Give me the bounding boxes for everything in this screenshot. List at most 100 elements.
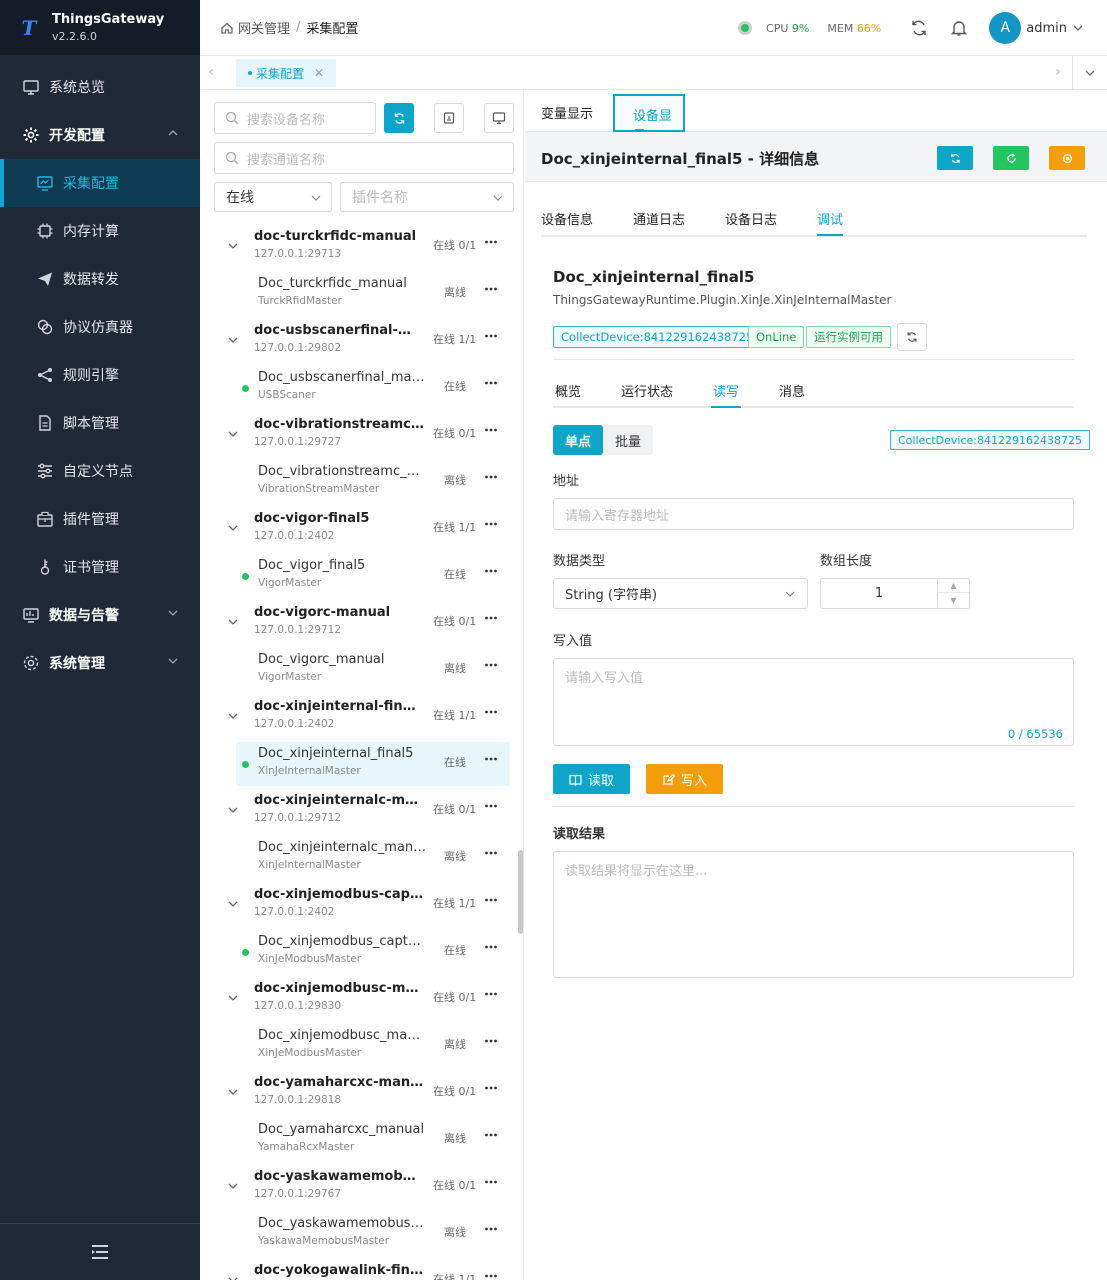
- tab-collect-config[interactable]: 采集配置 ✕: [236, 59, 337, 87]
- tab-variable-view[interactable]: 变量显示: [541, 103, 593, 122]
- tab-runtime-status[interactable]: 运行状态: [621, 381, 673, 400]
- more-icon[interactable]: [484, 1175, 498, 1189]
- sidebar-item-7[interactable]: 脚本管理: [0, 399, 200, 447]
- more-icon[interactable]: [484, 940, 498, 954]
- avatar[interactable]: A: [989, 12, 1022, 44]
- sidebar-item-11[interactable]: 数据与告警: [0, 591, 200, 639]
- device-row[interactable]: Doc_xinjemodbusc_manual XinJeModbusMaster…: [200, 1023, 518, 1070]
- channel-row[interactable]: doc-yamaharcxc-manual 127.0.0.1:29818 在线 0…: [200, 1070, 518, 1117]
- datatype-select[interactable]: String (字符串): [553, 578, 808, 609]
- tab-device-log[interactable]: 设备日志: [725, 209, 777, 228]
- channel-row[interactable]: doc-turckrfidc-manual 127.0.0.1:29713 在线 0…: [200, 224, 518, 271]
- device-row[interactable]: Doc_xinjeinternal_final5 XinJeInternalMas…: [200, 741, 518, 788]
- export-button[interactable]: [434, 103, 464, 133]
- more-icon[interactable]: [484, 1128, 498, 1142]
- array-length-stepper[interactable]: 1 ▲ ▼: [820, 578, 970, 609]
- more-icon[interactable]: [484, 705, 498, 719]
- more-icon[interactable]: [484, 517, 498, 531]
- chevron-down-icon[interactable]: [228, 1275, 238, 1280]
- channel-row[interactable]: doc-vigorc-manual 127.0.0.1:29712 在线 0/1: [200, 600, 518, 647]
- channel-row[interactable]: doc-vibrationstreamc-man... 127.0.0.1:297…: [200, 412, 518, 459]
- channel-row[interactable]: doc-xinjeinternal-final5 127.0.0.1:2402 在线…: [200, 694, 518, 741]
- more-icon[interactable]: [484, 329, 498, 343]
- chevron-down-icon[interactable]: [228, 993, 238, 1003]
- address-input[interactable]: 请输入寄存器地址: [553, 498, 1074, 530]
- more-icon[interactable]: [484, 799, 498, 813]
- plugin-select[interactable]: 插件名称: [340, 182, 514, 212]
- more-icon[interactable]: [484, 846, 498, 860]
- device-row[interactable]: Doc_vigor_final5 VigorMaster 在线: [200, 553, 518, 600]
- device-search-input[interactable]: 搜索设备名称: [214, 102, 376, 134]
- decrement-icon[interactable]: ▼: [938, 593, 969, 607]
- more-icon[interactable]: [484, 1222, 498, 1236]
- device-row[interactable]: Doc_yaskawamemobusc_ma... YaskawaMemobusM…: [200, 1211, 518, 1258]
- chevron-down-icon[interactable]: [228, 1087, 238, 1097]
- device-row[interactable]: Doc_vigorc_manual VigorMaster 离线: [200, 647, 518, 694]
- device-row[interactable]: Doc_vibrationstreamc_manual VibrationStre…: [200, 459, 518, 506]
- device-row[interactable]: Doc_xinjemodbus_capture3 XinJeModbusMaste…: [200, 929, 518, 976]
- chevron-down-icon[interactable]: [228, 523, 238, 533]
- username[interactable]: admin: [1026, 21, 1067, 36]
- more-icon[interactable]: [484, 470, 498, 484]
- more-icon[interactable]: [484, 1269, 498, 1280]
- more-icon[interactable]: [484, 1081, 498, 1095]
- channel-search-input[interactable]: 搜索通道名称: [214, 142, 514, 174]
- sidebar-item-9[interactable]: 插件管理: [0, 495, 200, 543]
- tab-overview[interactable]: 概览: [555, 381, 581, 400]
- more-icon[interactable]: [484, 611, 498, 625]
- tree-scrollbar[interactable]: [518, 850, 523, 934]
- more-icon[interactable]: [484, 1034, 498, 1048]
- chevron-down-icon[interactable]: [228, 899, 238, 909]
- channel-row[interactable]: doc-vigor-final5 127.0.0.1:2402 在线 1/1: [200, 506, 518, 553]
- refresh-status-button[interactable]: [897, 323, 927, 351]
- channel-row[interactable]: doc-usbscanerfinal-manual 127.0.0.1:29802…: [200, 318, 518, 365]
- device-row[interactable]: Doc_xinjeinternalc_manual XinJeInternalMa…: [200, 835, 518, 882]
- refresh-icon[interactable]: [910, 19, 928, 37]
- channel-row[interactable]: doc-xinjemodbus-capture3 127.0.0.1:2402 在线…: [200, 882, 518, 929]
- device-row[interactable]: Doc_turckrfidc_manual TurckRfidMaster 离线: [200, 271, 518, 318]
- sidebar-item-5[interactable]: 协议仿真器: [0, 303, 200, 351]
- mode-batch-button[interactable]: 批量: [603, 425, 653, 455]
- sidebar-item-1[interactable]: 开发配置: [0, 111, 200, 159]
- device-row[interactable]: Doc_usbscanerfinal_manual USBScaner 在线: [200, 365, 518, 412]
- channel-row[interactable]: doc-yaskawamemobusc-m... 127.0.0.1:29767 在…: [200, 1164, 518, 1211]
- more-icon[interactable]: [484, 893, 498, 907]
- tab-device-view[interactable]: 设备显示: [613, 94, 685, 143]
- channel-row[interactable]: doc-xinjeinternalc-manual 127.0.0.1:29712…: [200, 788, 518, 835]
- channel-row[interactable]: doc-xinjemodbusc-manual 127.0.0.1:29830 在线…: [200, 976, 518, 1023]
- close-icon[interactable]: ✕: [314, 66, 324, 80]
- more-icon[interactable]: [484, 564, 498, 578]
- sidebar-item-3[interactable]: 内存计算: [0, 207, 200, 255]
- channel-row[interactable]: doc-yokogawalink-final5 在线 1/1: [200, 1258, 518, 1280]
- stop-button[interactable]: [1049, 146, 1085, 170]
- sidebar-item-8[interactable]: 自定义节点: [0, 447, 200, 495]
- chevron-down-icon[interactable]: [228, 1181, 238, 1191]
- more-icon[interactable]: [484, 658, 498, 672]
- tab-read-write[interactable]: 读写: [710, 381, 742, 408]
- status-select[interactable]: 在线: [214, 182, 332, 212]
- more-icon[interactable]: [484, 282, 498, 296]
- chevron-down-icon[interactable]: [228, 617, 238, 627]
- write-button[interactable]: 写入: [646, 764, 723, 794]
- more-icon[interactable]: [484, 752, 498, 766]
- more-icon[interactable]: [484, 376, 498, 390]
- chevron-down-icon[interactable]: [228, 335, 238, 345]
- restart-button[interactable]: [993, 146, 1029, 170]
- increment-icon[interactable]: ▲: [938, 579, 969, 593]
- sidebar-item-10[interactable]: 证书管理: [0, 543, 200, 591]
- tab-channel-log[interactable]: 通道日志: [633, 209, 685, 228]
- more-icon[interactable]: [484, 235, 498, 249]
- device-row[interactable]: Doc_yamaharcxc_manual YamahaRcxMaster 离线: [200, 1117, 518, 1164]
- more-icon[interactable]: [484, 987, 498, 1001]
- chevron-down-icon[interactable]: [228, 711, 238, 721]
- chevron-down-icon[interactable]: [1085, 68, 1095, 78]
- refresh-button[interactable]: [937, 146, 973, 170]
- display-button[interactable]: [484, 103, 514, 133]
- chevron-down-icon[interactable]: [1073, 23, 1083, 33]
- bell-icon[interactable]: [950, 19, 968, 37]
- refresh-tree-button[interactable]: [384, 103, 414, 133]
- tab-messages[interactable]: 消息: [779, 381, 805, 400]
- home-icon[interactable]: [220, 21, 234, 35]
- sidebar-item-0[interactable]: 系统总览: [0, 63, 200, 111]
- tab-device-info[interactable]: 设备信息: [541, 209, 593, 228]
